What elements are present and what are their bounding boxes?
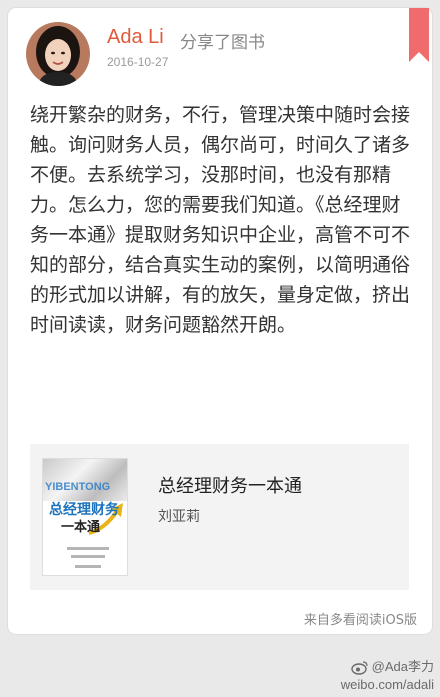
book-card[interactable]: YIBENTONG 总经理财务 一本通 总经理财务一本通 刘亚莉	[30, 444, 409, 590]
cover-decoration-line	[75, 565, 101, 568]
share-action-text: 分享了图书	[180, 33, 265, 53]
user-name[interactable]: Ada Li	[107, 26, 164, 49]
avatar[interactable]	[26, 22, 90, 86]
cover-decoration-line	[71, 555, 105, 558]
post-date: 2016-10-27	[107, 55, 169, 69]
cover-decoration-line	[67, 547, 109, 550]
source-label: 来自多看阅读iOS版	[303, 613, 417, 628]
bookmark-icon[interactable]	[409, 8, 429, 62]
user-avatar-image	[26, 22, 90, 86]
book-author: 刘亚莉	[158, 509, 200, 525]
book-cover[interactable]: YIBENTONG 总经理财务 一本通	[42, 458, 128, 576]
watermark-handle-row: @Ada李力	[341, 658, 434, 676]
cover-title-line2: 一本通	[61, 520, 101, 535]
post-card: Ada Li 分享了图书 2016-10-27 绕开繁杂的财务，不行，管理决策中…	[8, 8, 432, 634]
weibo-watermark: @Ada李力 weibo.com/adali	[341, 658, 434, 694]
watermark-url: weibo.com/adali	[340, 677, 434, 692]
cover-latin-text: YIBENTONG	[45, 481, 111, 493]
cover-header-graphic	[43, 459, 127, 501]
watermark-handle: @Ada李力	[371, 659, 434, 674]
weibo-icon	[350, 660, 368, 675]
book-title[interactable]: 总经理财务一本通	[158, 472, 302, 498]
post-body: 绕开繁杂的财务，不行，管理决策中随时会接触。询问财务人员，偶尔尚可，时间久了诸多…	[30, 104, 411, 336]
